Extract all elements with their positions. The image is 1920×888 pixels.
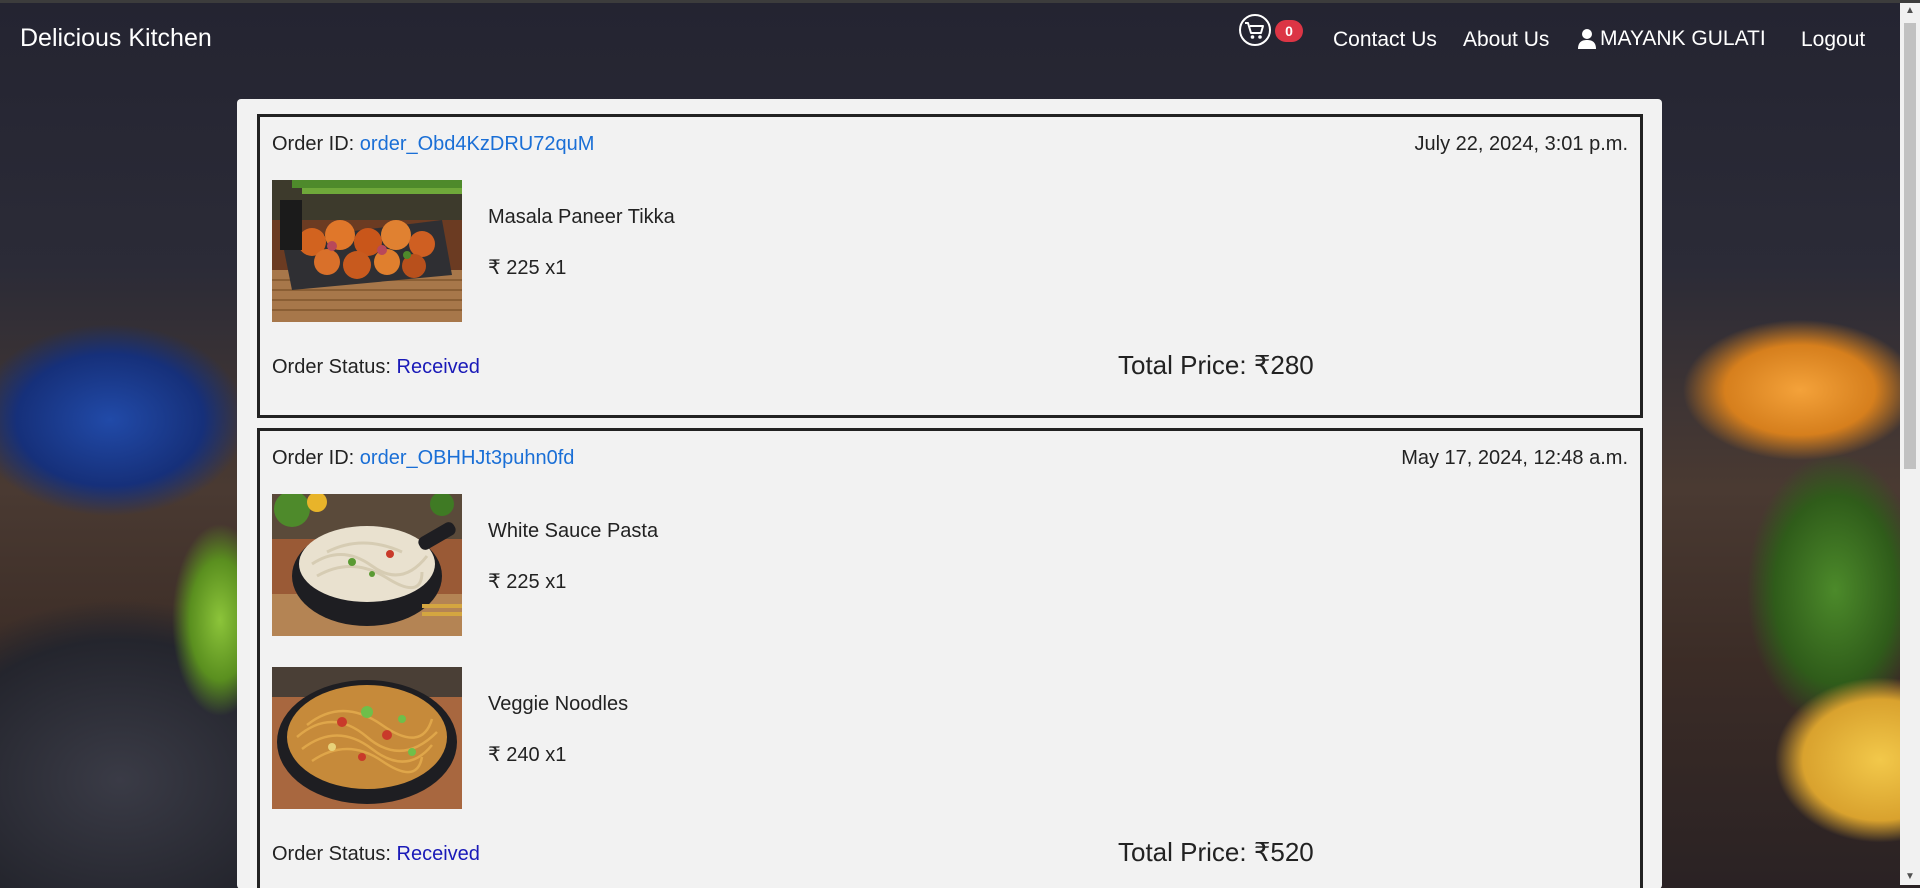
- page-scrollbar[interactable]: ▲ ▼: [1900, 3, 1920, 885]
- order-total-price: Total Price: ₹520: [1118, 837, 1314, 867]
- order-card: Order ID: order_OBHHJt3puhn0fd May 17, 2…: [257, 428, 1643, 888]
- user-name: MAYANK GULATI: [1600, 27, 1766, 50]
- brand-logo[interactable]: Delicious Kitchen: [20, 24, 212, 53]
- nav-about-us[interactable]: About Us: [1463, 28, 1549, 52]
- cart-count-badge: 0: [1275, 20, 1303, 42]
- order-date: July 22, 2024, 3:01 p.m.: [1414, 133, 1628, 155]
- nav-user-profile[interactable]: MAYANK GULATI: [1578, 27, 1766, 51]
- order-status-value: Received: [396, 356, 480, 378]
- orders-panel: Order ID: order_Obd4KzDRU72quM July 22, …: [237, 99, 1662, 888]
- food-image-veggie-noodles: [272, 667, 462, 809]
- order-id-label: Order ID:: [272, 133, 360, 155]
- food-image-paneer-tikka: [272, 180, 462, 322]
- item-price: ₹ 240 x1: [488, 744, 567, 766]
- order-id-link[interactable]: order_OBHHJt3puhn0fd: [360, 447, 575, 469]
- cart-icon[interactable]: [1238, 13, 1272, 47]
- order-item: White Sauce Pasta ₹ 225 x1: [272, 494, 972, 636]
- item-price: ₹ 225 x1: [488, 257, 567, 279]
- order-id-label: Order ID:: [272, 447, 360, 469]
- nav-contact-us[interactable]: Contact Us: [1333, 28, 1437, 52]
- item-price: ₹ 225 x1: [488, 571, 567, 593]
- order-status-value: Received: [396, 843, 480, 865]
- order-status: Order Status: Received: [272, 356, 480, 379]
- navbar: Delicious Kitchen 0 Contact Us About Us …: [0, 3, 1900, 75]
- order-status: Order Status: Received: [272, 843, 480, 866]
- order-status-label: Order Status:: [272, 843, 397, 865]
- scroll-thumb[interactable]: [1904, 23, 1916, 469]
- order-id-line: Order ID: order_OBHHJt3puhn0fd: [272, 447, 574, 470]
- order-card: Order ID: order_Obd4KzDRU72quM July 22, …: [257, 114, 1643, 418]
- order-item: Masala Paneer Tikka ₹ 225 x1: [272, 180, 972, 322]
- item-name: Veggie Noodles: [488, 693, 629, 715]
- scroll-down-arrow-icon[interactable]: ▼: [1905, 872, 1915, 882]
- order-total-price: Total Price: ₹280: [1118, 350, 1314, 380]
- user-icon: [1578, 29, 1596, 49]
- item-name: White Sauce Pasta: [488, 520, 659, 542]
- nav-logout[interactable]: Logout: [1801, 28, 1865, 52]
- order-id-link[interactable]: order_Obd4KzDRU72quM: [360, 133, 595, 155]
- order-date: May 17, 2024, 12:48 a.m.: [1401, 447, 1628, 469]
- order-id-line: Order ID: order_Obd4KzDRU72quM: [272, 133, 594, 156]
- order-item: Veggie Noodles ₹ 240 x1: [272, 667, 972, 809]
- item-name: Masala Paneer Tikka: [488, 206, 675, 228]
- food-image-white-sauce-pasta: [272, 494, 462, 636]
- order-status-label: Order Status:: [272, 356, 397, 378]
- scroll-up-arrow-icon[interactable]: ▲: [1905, 6, 1915, 16]
